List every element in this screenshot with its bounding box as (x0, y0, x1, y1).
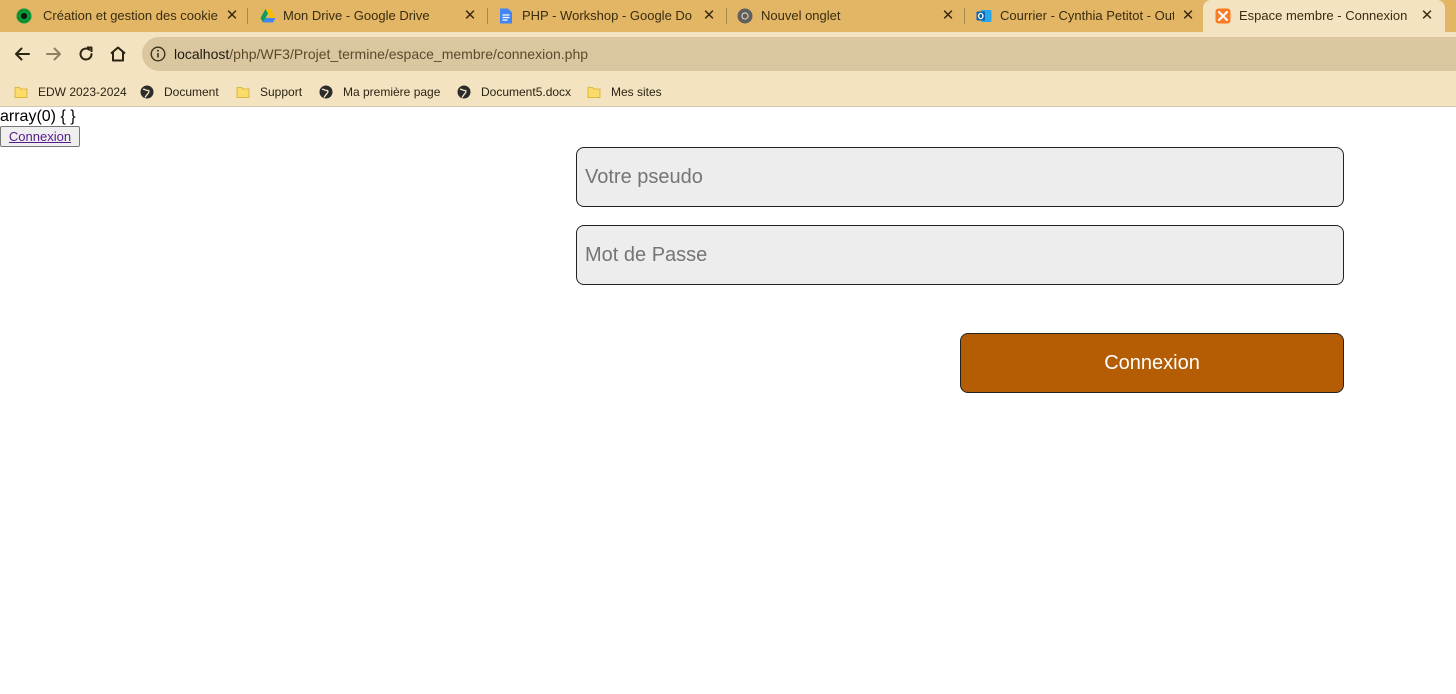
tab-title: Création et gestion des cookies e (43, 8, 218, 23)
tab-title: PHP - Workshop - Google Docs (522, 8, 692, 23)
tab-title: Espace membre - Connexion (1239, 8, 1408, 23)
submit-button-label: Connexion (1104, 351, 1200, 374)
bookmarks-bar: EDW 2023-2024 Document Support Ma premiè… (0, 76, 1456, 107)
reload-button[interactable] (72, 40, 100, 68)
close-icon[interactable]: ✕ (223, 7, 241, 25)
tab-google-docs[interactable]: PHP - Workshop - Google Docs ✕ (488, 0, 727, 32)
green-globe-icon (16, 8, 32, 24)
close-icon[interactable]: ✕ (700, 7, 718, 25)
debug-output: array(0) { } (0, 108, 76, 125)
outlook-icon (976, 10, 992, 22)
folder-icon (236, 87, 250, 98)
xampp-icon (1215, 8, 1231, 24)
arrow-right-icon (46, 47, 61, 61)
tab-title: Courrier - Cynthia Petitot - Outlo (1000, 8, 1174, 23)
bookmark-label: Mes sites (611, 85, 662, 99)
tab-google-drive[interactable]: Mon Drive - Google Drive ✕ (248, 0, 488, 32)
connexion-link-button[interactable]: Connexion (0, 126, 80, 147)
tab-title: Nouvel onglet (761, 8, 841, 23)
bookmark-label: Document (164, 85, 219, 99)
close-icon[interactable]: ✕ (1179, 7, 1197, 25)
back-button[interactable] (8, 40, 36, 68)
tab-cookies[interactable]: Création et gestion des cookies e ✕ (0, 0, 248, 32)
bookmark-mes-sites[interactable]: Mes sites (587, 82, 662, 102)
home-button[interactable] (104, 40, 132, 68)
bookmark-label: Document5.docx (481, 85, 572, 99)
bookmark-label: EDW 2023-2024 (38, 85, 127, 99)
submit-button[interactable]: Connexion (960, 333, 1344, 393)
home-icon (110, 46, 126, 62)
address-bar[interactable]: localhost/php/WF3/Projet_termine/espace_… (142, 37, 1456, 71)
globe-icon (319, 85, 333, 99)
bookmark-support[interactable]: Support (236, 82, 302, 102)
tab-new-tab[interactable]: Nouvel onglet ✕ (727, 0, 965, 32)
url-path: /php/WF3/Projet_termine/espace_membre/co… (229, 46, 589, 62)
bookmark-label: Ma première page (343, 85, 441, 99)
close-icon[interactable]: ✕ (939, 7, 957, 25)
info-icon[interactable] (150, 46, 166, 62)
folder-icon (14, 87, 28, 98)
chrome-icon (737, 8, 753, 24)
google-drive-icon (260, 9, 276, 23)
bookmark-label: Support (260, 85, 303, 99)
tab-title: Mon Drive - Google Drive (283, 8, 430, 23)
url-host: localhost (174, 46, 230, 62)
forward-button[interactable] (40, 40, 68, 68)
bookmark-document[interactable]: Document (140, 82, 219, 102)
bookmark-edw[interactable]: EDW 2023-2024 (14, 82, 127, 102)
bookmark-ma-premiere-page[interactable]: Ma première page (319, 82, 440, 102)
password-field[interactable] (576, 225, 1344, 285)
globe-icon (140, 85, 154, 99)
globe-icon (457, 85, 471, 99)
page-content: array(0) { } Connexion Connexion (0, 108, 1456, 694)
tab-espace-membre[interactable]: Espace membre - Connexion ✕ (1203, 0, 1445, 32)
arrow-left-icon (15, 47, 30, 61)
url-text[interactable]: localhost/php/WF3/Projet_termine/espace_… (174, 46, 588, 62)
tab-strip: Création et gestion des cookies e ✕ Mon … (0, 0, 1456, 32)
close-icon[interactable]: ✕ (1418, 7, 1436, 25)
reload-icon (79, 46, 93, 61)
pseudo-field[interactable] (576, 147, 1344, 207)
folder-icon (587, 87, 601, 98)
bookmark-document5[interactable]: Document5.docx (457, 82, 571, 102)
google-docs-icon (500, 8, 512, 24)
close-icon[interactable]: ✕ (461, 7, 479, 25)
browser-toolbar: localhost/php/WF3/Projet_termine/espace_… (0, 32, 1456, 76)
connexion-link[interactable]: Connexion (9, 129, 71, 144)
tab-outlook[interactable]: Courrier - Cynthia Petitot - Outlo ✕ (965, 0, 1203, 32)
